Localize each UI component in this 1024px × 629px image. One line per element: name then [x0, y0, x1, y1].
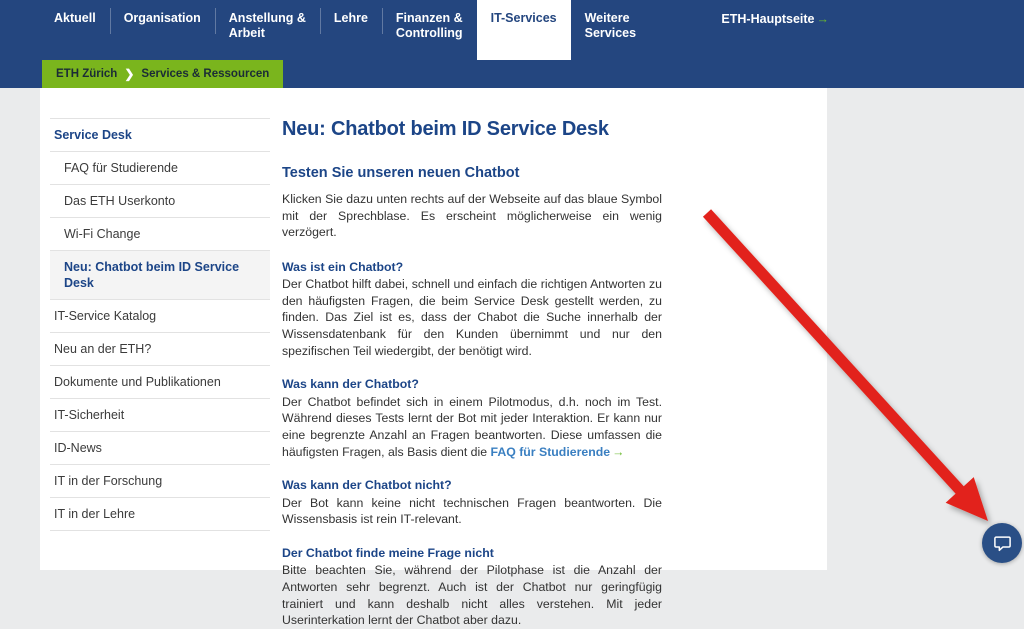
faq-answer: Der Chatbot hilft dabei, schnell und ein…: [282, 276, 662, 359]
sidebar-item-neu-chatbot-beim-id-service-desk[interactable]: Neu: Chatbot beim ID Service Desk: [50, 251, 270, 300]
main-navigation: Aktuell Organisation Anstellung & Arbeit Le…: [40, 0, 650, 60]
faq-answer: Der Chatbot befindet sich in einem Pilot…: [282, 394, 662, 460]
sidebar-navigation: Service Desk FAQ für Studierende Das ETH U…: [50, 118, 270, 531]
eth-hauptseite-link[interactable]: ETH-Hauptseite →: [721, 12, 829, 26]
sidebar-item-it-sicherheit[interactable]: IT-Sicherheit: [50, 399, 270, 432]
faq-answer-text: Der Bot kann keine nicht technischen Fra…: [282, 495, 662, 527]
nav-item-finanzen-controlling[interactable]: Finanzen & Controlling: [381, 0, 477, 49]
breadcrumb-current-link[interactable]: Services & Ressourcen: [141, 68, 269, 80]
arrow-right-icon: →: [816, 12, 830, 26]
eth-hauptseite-label: ETH-Hauptseite: [721, 12, 815, 26]
faq-question: Was kann der Chatbot?: [282, 377, 419, 392]
faq-answer-text: Bitte beachten Sie, während der Pilotpha…: [282, 563, 662, 628]
arrow-right-icon: →: [612, 444, 625, 459]
sidebar-item-das-eth-userkonto[interactable]: Das ETH Userkonto: [50, 185, 270, 218]
breadcrumb: ETH Zürich ❯ Services & Ressourcen: [42, 60, 284, 88]
sidebar-item-id-news[interactable]: ID-News: [50, 432, 270, 465]
sidebar-item-neu-an-der-eth[interactable]: Neu an der ETH?: [50, 333, 270, 366]
faq-question: Was ist ein Chatbot?: [282, 259, 404, 274]
faq-answer: Der Bot kann keine nicht technischen Fra…: [282, 495, 662, 528]
sidebar-item-it-in-der-lehre[interactable]: IT in der Lehre: [50, 498, 270, 531]
sidebar-item-faq-f-r-studierende[interactable]: FAQ für Studierende: [50, 152, 270, 185]
sidebar-item-it-service-katalog[interactable]: IT-Service Katalog: [50, 300, 270, 333]
nav-item-organisation[interactable]: Organisation: [109, 0, 215, 41]
right-gutter: [827, 88, 1024, 570]
left-gutter: [0, 88, 40, 570]
sidebar-item-it-in-der-forschung[interactable]: IT in der Forschung: [50, 465, 270, 498]
page-title: Neu: Chatbot beim ID Service Desk: [282, 118, 609, 140]
sidebar-item-wi-fi-change[interactable]: Wi-Fi Change: [50, 218, 270, 251]
faq-question: Der Chatbot finde meine Frage nicht: [282, 545, 494, 560]
nav-item-anstellung-arbeit[interactable]: Anstellung & Arbeit: [214, 0, 320, 49]
speech-bubble-icon: [993, 535, 1011, 551]
sidebar-item-service-desk[interactable]: Service Desk: [50, 118, 270, 152]
link-label: FAQ für Studierende: [490, 444, 611, 459]
faq-fuer-studierende-link[interactable]: FAQ für Studierende: [491, 445, 611, 459]
nav-item-lehre[interactable]: Lehre: [319, 0, 382, 41]
chevron-right-icon: ❯: [124, 67, 135, 81]
faq-question: Was kann der Chatbot nicht?: [282, 478, 452, 493]
sidebar-item-dokumente-und-publikationen[interactable]: Dokumente und Publikationen: [50, 366, 270, 399]
nav-item-aktuell[interactable]: Aktuell: [40, 0, 110, 41]
content-subtitle: Testen Sie unseren neuen Chatbot: [282, 165, 520, 181]
faq-answer-text: Der Chatbot hilft dabei, schnell und ein…: [282, 277, 662, 358]
nav-item-weitere-services[interactable]: Weitere Services: [571, 0, 650, 49]
faq-answer: Bitte beachten Sie, während der Pilotpha…: [282, 562, 662, 628]
page-content-column: Service Desk FAQ für Studierende Das ETH U…: [40, 88, 827, 627]
nav-item-it-services[interactable]: IT-Services: [476, 0, 571, 60]
breadcrumb-root-link[interactable]: ETH Zürich: [56, 68, 117, 80]
chat-launcher-button[interactable]: [982, 523, 1022, 563]
intro-paragraph: Klicken Sie dazu unten rechts auf der We…: [282, 192, 662, 240]
main-content: Neu: Chatbot beim ID Service Desk Testen…: [282, 116, 662, 629]
faq-section-list: Was ist ein Chatbot? Der Chatbot hilft da…: [282, 259, 662, 629]
